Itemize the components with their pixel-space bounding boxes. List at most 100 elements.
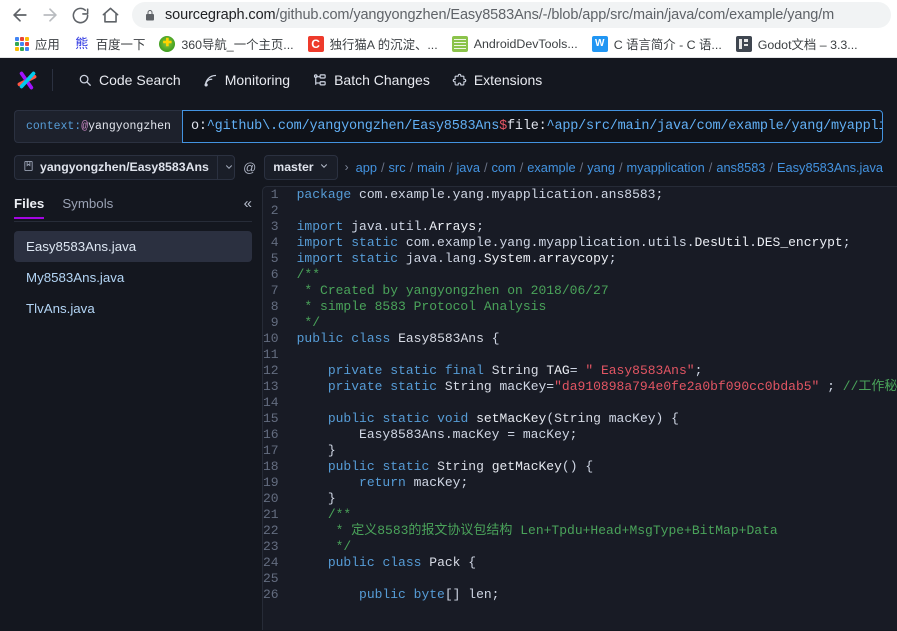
bookmark-c-language[interactable]: W C 语言简介 - C 语... (585, 33, 729, 55)
nav-item-code-search[interactable]: Code Search (67, 68, 192, 92)
line-number[interactable]: 4 (263, 235, 294, 251)
breadcrumb-part-java[interactable]: java (456, 160, 479, 175)
code-token: DES_encrypt (756, 235, 843, 250)
bookmark-apps[interactable]: 应用 (8, 33, 67, 55)
code-token: class (382, 555, 422, 570)
code-token: = (569, 363, 586, 378)
breadcrumb-part-myapplication[interactable]: myapplication (627, 160, 705, 175)
line-number[interactable]: 25 (263, 571, 294, 587)
code-token: /** (296, 507, 352, 522)
bookmark-baidu[interactable]: 熊 百度一下 (67, 33, 153, 55)
line-number[interactable]: 9 (263, 315, 294, 331)
address-bar[interactable]: sourcegraph.com/github.com/yangyongzhen/… (132, 2, 891, 28)
bookmark-csdn[interactable]: C 独行猫A 的沉淀、... (301, 33, 445, 55)
code-token: private (327, 379, 383, 394)
breadcrumb-part-file[interactable]: Easy8583Ans.java (777, 160, 883, 175)
line-number[interactable]: 26 (263, 587, 294, 603)
line-number[interactable]: 8 (263, 299, 294, 315)
navbar-divider (52, 69, 53, 91)
code-token: macKey; (405, 475, 469, 490)
query-token: ^github\.com/yangyongzhen/Easy8583Ans (206, 118, 500, 134)
reload-button[interactable] (66, 1, 94, 29)
code-token: package (296, 187, 352, 202)
line-number[interactable]: 2 (263, 203, 294, 219)
breadcrumb-part-yang[interactable]: yang (587, 160, 615, 175)
code-line-content (294, 395, 897, 411)
search-context-selector[interactable]: context: @ yangyongzhen (14, 109, 182, 143)
tab-files[interactable]: Files (14, 196, 45, 219)
line-number[interactable]: 12 (263, 363, 294, 379)
code-token: . (530, 251, 539, 266)
breadcrumb-part-com[interactable]: com (492, 160, 516, 175)
code-token: String (444, 379, 492, 394)
line-number[interactable]: 23 (263, 539, 294, 555)
line-number[interactable]: 1 (263, 187, 294, 203)
line-number[interactable]: 22 (263, 523, 294, 539)
line-number[interactable]: 19 (263, 475, 294, 491)
bookmark-label: 百度一下 (95, 37, 146, 52)
bookmark-label: 独行猫A 的沉淀、... (329, 37, 438, 52)
code-line: 26 public byte[] len; (263, 587, 897, 603)
line-number[interactable]: 3 (263, 219, 294, 235)
code-line-content: Easy8583Ans.macKey = macKey; (294, 427, 897, 443)
tab-symbols[interactable]: Symbols (62, 196, 113, 218)
nav-item-batch-changes[interactable]: Batch Changes (301, 68, 441, 92)
code-line: 15 public static void setMacKey(String m… (263, 411, 897, 427)
android-dev-tools-icon (451, 35, 468, 52)
forward-button[interactable] (36, 1, 64, 29)
line-number[interactable]: 6 (263, 267, 294, 283)
code-viewer[interactable]: 1 package com.example.yang.myapplication.… (262, 186, 897, 630)
line-number[interactable]: 7 (263, 283, 294, 299)
bookmark-godot-docs[interactable]: Godot文档 – 3.3... (729, 33, 865, 55)
code-line: 17 } (263, 443, 897, 459)
code-token: //工作秘钥 (842, 379, 897, 394)
breadcrumb-slash: / (409, 159, 414, 175)
chevron-double-left-icon[interactable]: « (244, 195, 252, 218)
line-number[interactable]: 18 (263, 459, 294, 475)
sourcegraph-logo-icon[interactable] (14, 67, 40, 93)
line-number[interactable]: 11 (263, 347, 294, 363)
line-number[interactable]: 14 (263, 395, 294, 411)
breadcrumb-part-src[interactable]: src (389, 160, 406, 175)
bookmark-label: AndroidDevTools... (473, 36, 578, 51)
revision-selector[interactable]: master (264, 154, 338, 180)
line-number[interactable]: 17 (263, 443, 294, 459)
repo-selector[interactable]: yangyongzhen/Easy8583Ans (14, 154, 236, 180)
code-line: 3 import java.util.Arrays; (263, 219, 897, 235)
nav-item-extensions[interactable]: Extensions (441, 68, 553, 92)
line-number[interactable]: 15 (263, 411, 294, 427)
chevron-down-icon[interactable] (216, 155, 234, 179)
breadcrumb-part-main[interactable]: main (417, 160, 445, 175)
line-number[interactable]: 16 (263, 427, 294, 443)
bookmark-360-nav[interactable]: ✚ 360导航_一个主页... (152, 33, 300, 55)
line-number[interactable]: 20 (263, 491, 294, 507)
breadcrumb-part-ans8583[interactable]: ans8583 (716, 160, 765, 175)
file-item-my8583ans[interactable]: My8583Ans.java (14, 262, 252, 293)
back-button[interactable] (6, 1, 34, 29)
line-number[interactable]: 13 (263, 379, 294, 395)
line-number[interactable]: 24 (263, 555, 294, 571)
search-input[interactable]: o: ^github\.com/yangyongzhen/Easy8583Ans $… (181, 109, 883, 143)
home-button[interactable] (96, 1, 124, 29)
repo-name-segment[interactable]: yangyongzhen/Easy8583Ans (15, 156, 217, 179)
code-table: 1 package com.example.yang.myapplication.… (263, 187, 897, 603)
breadcrumb-part-app[interactable]: app (356, 160, 377, 175)
chevron-down-icon (319, 160, 329, 174)
query-token: ^app/src/main/java/com/example/yang/myap… (546, 118, 883, 134)
code-line-content: } (294, 443, 897, 459)
breadcrumb-slash: / (769, 159, 773, 175)
nav-item-monitoring[interactable]: Monitoring (192, 68, 301, 92)
code-token: public (296, 331, 344, 346)
line-number[interactable]: 10 (263, 331, 294, 347)
breadcrumb-part-example[interactable]: example (527, 160, 575, 175)
code-token: return (359, 475, 406, 490)
code-token: final (444, 363, 484, 378)
monitoring-icon (203, 73, 218, 88)
line-number[interactable]: 21 (263, 507, 294, 523)
file-item-tlvans[interactable]: TlvAns.java (14, 293, 252, 324)
line-number[interactable]: 5 (263, 251, 294, 267)
file-item-easy8583ans[interactable]: Easy8583Ans.java (14, 231, 252, 262)
bookmark-android-dev-tools[interactable]: AndroidDevTools... (445, 34, 585, 54)
